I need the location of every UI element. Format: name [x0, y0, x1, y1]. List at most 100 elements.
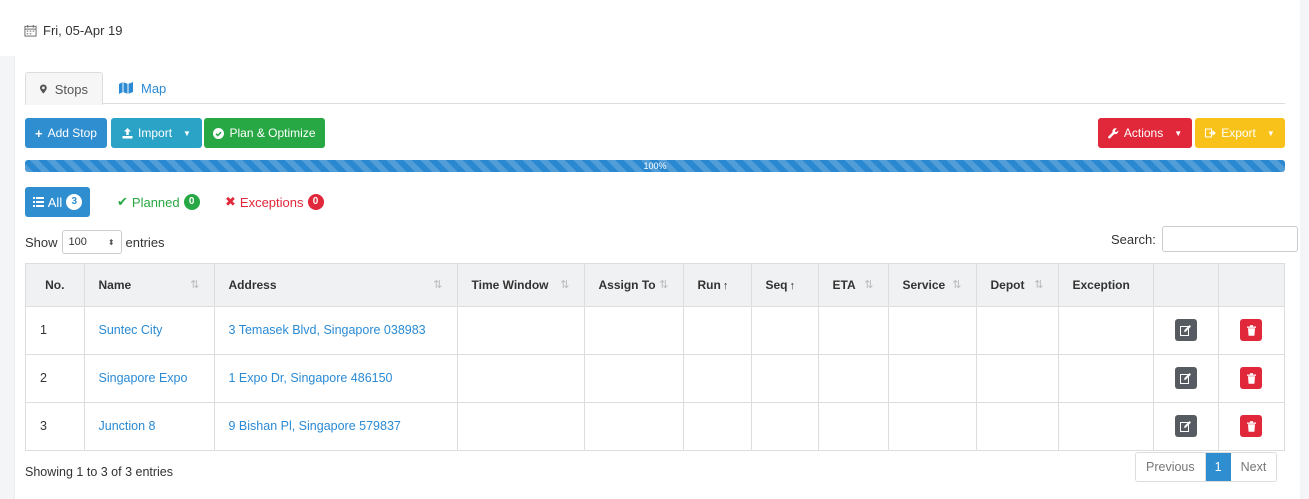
search-input[interactable] — [1161, 226, 1298, 252]
cell-no: 2 — [26, 354, 85, 403]
stop-name-link[interactable]: Suntec City — [84, 306, 215, 355]
top-bar: Fri, 05-Apr 19 — [0, 0, 1300, 56]
col-delete — [1218, 264, 1284, 307]
stop-name-link[interactable]: Singapore Expo — [84, 354, 215, 403]
page-length-control: Show 100 ⬍ entries — [25, 230, 165, 254]
cell-service — [888, 354, 977, 403]
filter-all-button[interactable]: All 3 — [25, 187, 90, 217]
sort-icon: ⇅ — [433, 278, 443, 291]
edit-button[interactable] — [1174, 415, 1197, 438]
cell-exception — [1058, 354, 1154, 403]
cell-time-window — [457, 402, 585, 450]
export-button[interactable]: Export ▼ — [1195, 118, 1285, 148]
sort-icon: ⇅ — [1034, 278, 1044, 291]
sort-asc-icon: ↑ — [789, 279, 796, 292]
table-row: 1 Suntec City 3 Temasek Blvd, Singapore … — [26, 306, 1284, 355]
cell-depot — [976, 354, 1059, 403]
stop-address-link[interactable]: 3 Temasek Blvd, Singapore 038983 — [214, 306, 458, 355]
trash-icon — [1246, 372, 1256, 384]
cell-exception — [1058, 306, 1154, 355]
cell-seq — [751, 402, 819, 450]
tab-map[interactable]: Map — [105, 72, 180, 104]
caret-down-icon: ▼ — [1174, 128, 1183, 138]
table-info: Showing 1 to 3 of 3 entries — [25, 465, 174, 479]
filter-exceptions-link[interactable]: ✖ Exceptions 0 — [225, 194, 324, 210]
edit-icon — [1180, 420, 1191, 432]
col-edit — [1153, 264, 1219, 307]
sort-icon: ⇅ — [190, 278, 200, 291]
sort-asc-icon: ↑ — [722, 279, 729, 292]
delete-button[interactable] — [1240, 367, 1263, 389]
stops-table: No. Name ⇅ Address ⇅ Time Window ⇅ Assign T… — [25, 263, 1285, 451]
next-page-button[interactable]: Next — [1230, 453, 1277, 481]
cell-delete — [1218, 354, 1284, 403]
delete-button[interactable] — [1240, 319, 1263, 341]
col-run-label: Run — [697, 277, 721, 292]
select-arrows-icon: ⬍ — [107, 237, 115, 247]
cell-edit — [1153, 306, 1219, 355]
delete-button[interactable] — [1240, 415, 1263, 438]
cell-eta — [818, 402, 889, 450]
list-icon — [32, 197, 44, 207]
cell-delete — [1218, 306, 1284, 355]
col-exception: Exception — [1058, 264, 1154, 307]
import-button[interactable]: Import ▼ — [111, 118, 202, 148]
cell-eta — [818, 306, 889, 355]
stop-address-link[interactable]: 9 Bishan Pl, Singapore 579837 — [214, 402, 458, 450]
export-icon — [1205, 128, 1217, 138]
cell-depot — [976, 402, 1059, 450]
col-no[interactable]: No. — [26, 264, 85, 307]
sort-icon: ⇅ — [659, 278, 669, 291]
col-address-label: Address — [228, 277, 277, 292]
page-1-button[interactable]: 1 — [1205, 453, 1231, 481]
filter-planned-link[interactable]: ✔ Planned 0 — [117, 194, 200, 210]
tab-map-label: Map — [141, 80, 167, 96]
cell-delete — [1218, 402, 1284, 450]
col-name[interactable]: Name ⇅ — [84, 264, 215, 307]
cell-edit — [1153, 402, 1219, 450]
cell-run — [683, 402, 752, 450]
sort-icon: ⇅ — [560, 278, 570, 291]
col-eta-label: ETA — [832, 277, 856, 292]
table-header-row: No. Name ⇅ Address ⇅ Time Window ⇅ Assign T… — [26, 264, 1284, 307]
col-address[interactable]: Address ⇅ — [214, 264, 458, 307]
filter-exceptions-label: Exceptions — [239, 194, 304, 210]
col-eta[interactable]: ETA ⇅ — [818, 264, 889, 307]
plan-optimize-button[interactable]: Plan & Optimize — [204, 118, 325, 148]
stop-address-link[interactable]: 1 Expo Dr, Singapore 486150 — [214, 354, 458, 403]
filter-planned-label: Planned — [131, 194, 180, 210]
table-row: 3 Junction 8 9 Bishan Pl, Singapore 5798… — [26, 402, 1284, 450]
cell-run — [683, 354, 752, 403]
actions-label: Actions — [1123, 126, 1164, 140]
progress-bar: 100% — [25, 160, 1285, 172]
page-length-select[interactable]: 100 ⬍ — [61, 230, 122, 254]
col-name-label: Name — [98, 277, 132, 292]
col-time-window[interactable]: Time Window ⇅ — [457, 264, 585, 307]
cell-time-window — [457, 306, 585, 355]
stop-name-link[interactable]: Junction 8 — [84, 402, 215, 450]
col-service[interactable]: Service ⇅ — [888, 264, 977, 307]
previous-page-button[interactable]: Previous — [1136, 453, 1206, 481]
col-run[interactable]: Run ↑ — [683, 264, 752, 307]
table-row: 2 Singapore Expo 1 Expo Dr, Singapore 48… — [26, 354, 1284, 403]
caret-down-icon: ▼ — [183, 128, 191, 138]
export-label: Export — [1221, 126, 1256, 140]
add-stop-button[interactable]: + Add Stop — [25, 118, 107, 148]
actions-button[interactable]: Actions ▼ — [1098, 118, 1192, 148]
wrench-icon — [1108, 127, 1119, 138]
edit-button[interactable] — [1174, 319, 1197, 341]
col-seq[interactable]: Seq ↑ — [751, 264, 819, 307]
col-assign-to-label: Assign To — [598, 277, 656, 292]
cell-seq — [751, 306, 819, 355]
col-assign-to[interactable]: Assign To ⇅ — [584, 264, 684, 307]
tab-stops[interactable]: Stops — [25, 72, 103, 105]
cell-service — [888, 306, 977, 355]
sort-icon: ⇅ — [864, 278, 874, 291]
col-depot[interactable]: Depot ⇅ — [976, 264, 1059, 307]
entries-label: entries — [125, 234, 165, 250]
date-text: Fri, 05-Apr 19 — [43, 23, 123, 38]
edit-button[interactable] — [1174, 367, 1197, 389]
cell-time-window — [457, 354, 585, 403]
cell-exception — [1058, 402, 1154, 450]
progress-label: 100% — [643, 161, 667, 171]
